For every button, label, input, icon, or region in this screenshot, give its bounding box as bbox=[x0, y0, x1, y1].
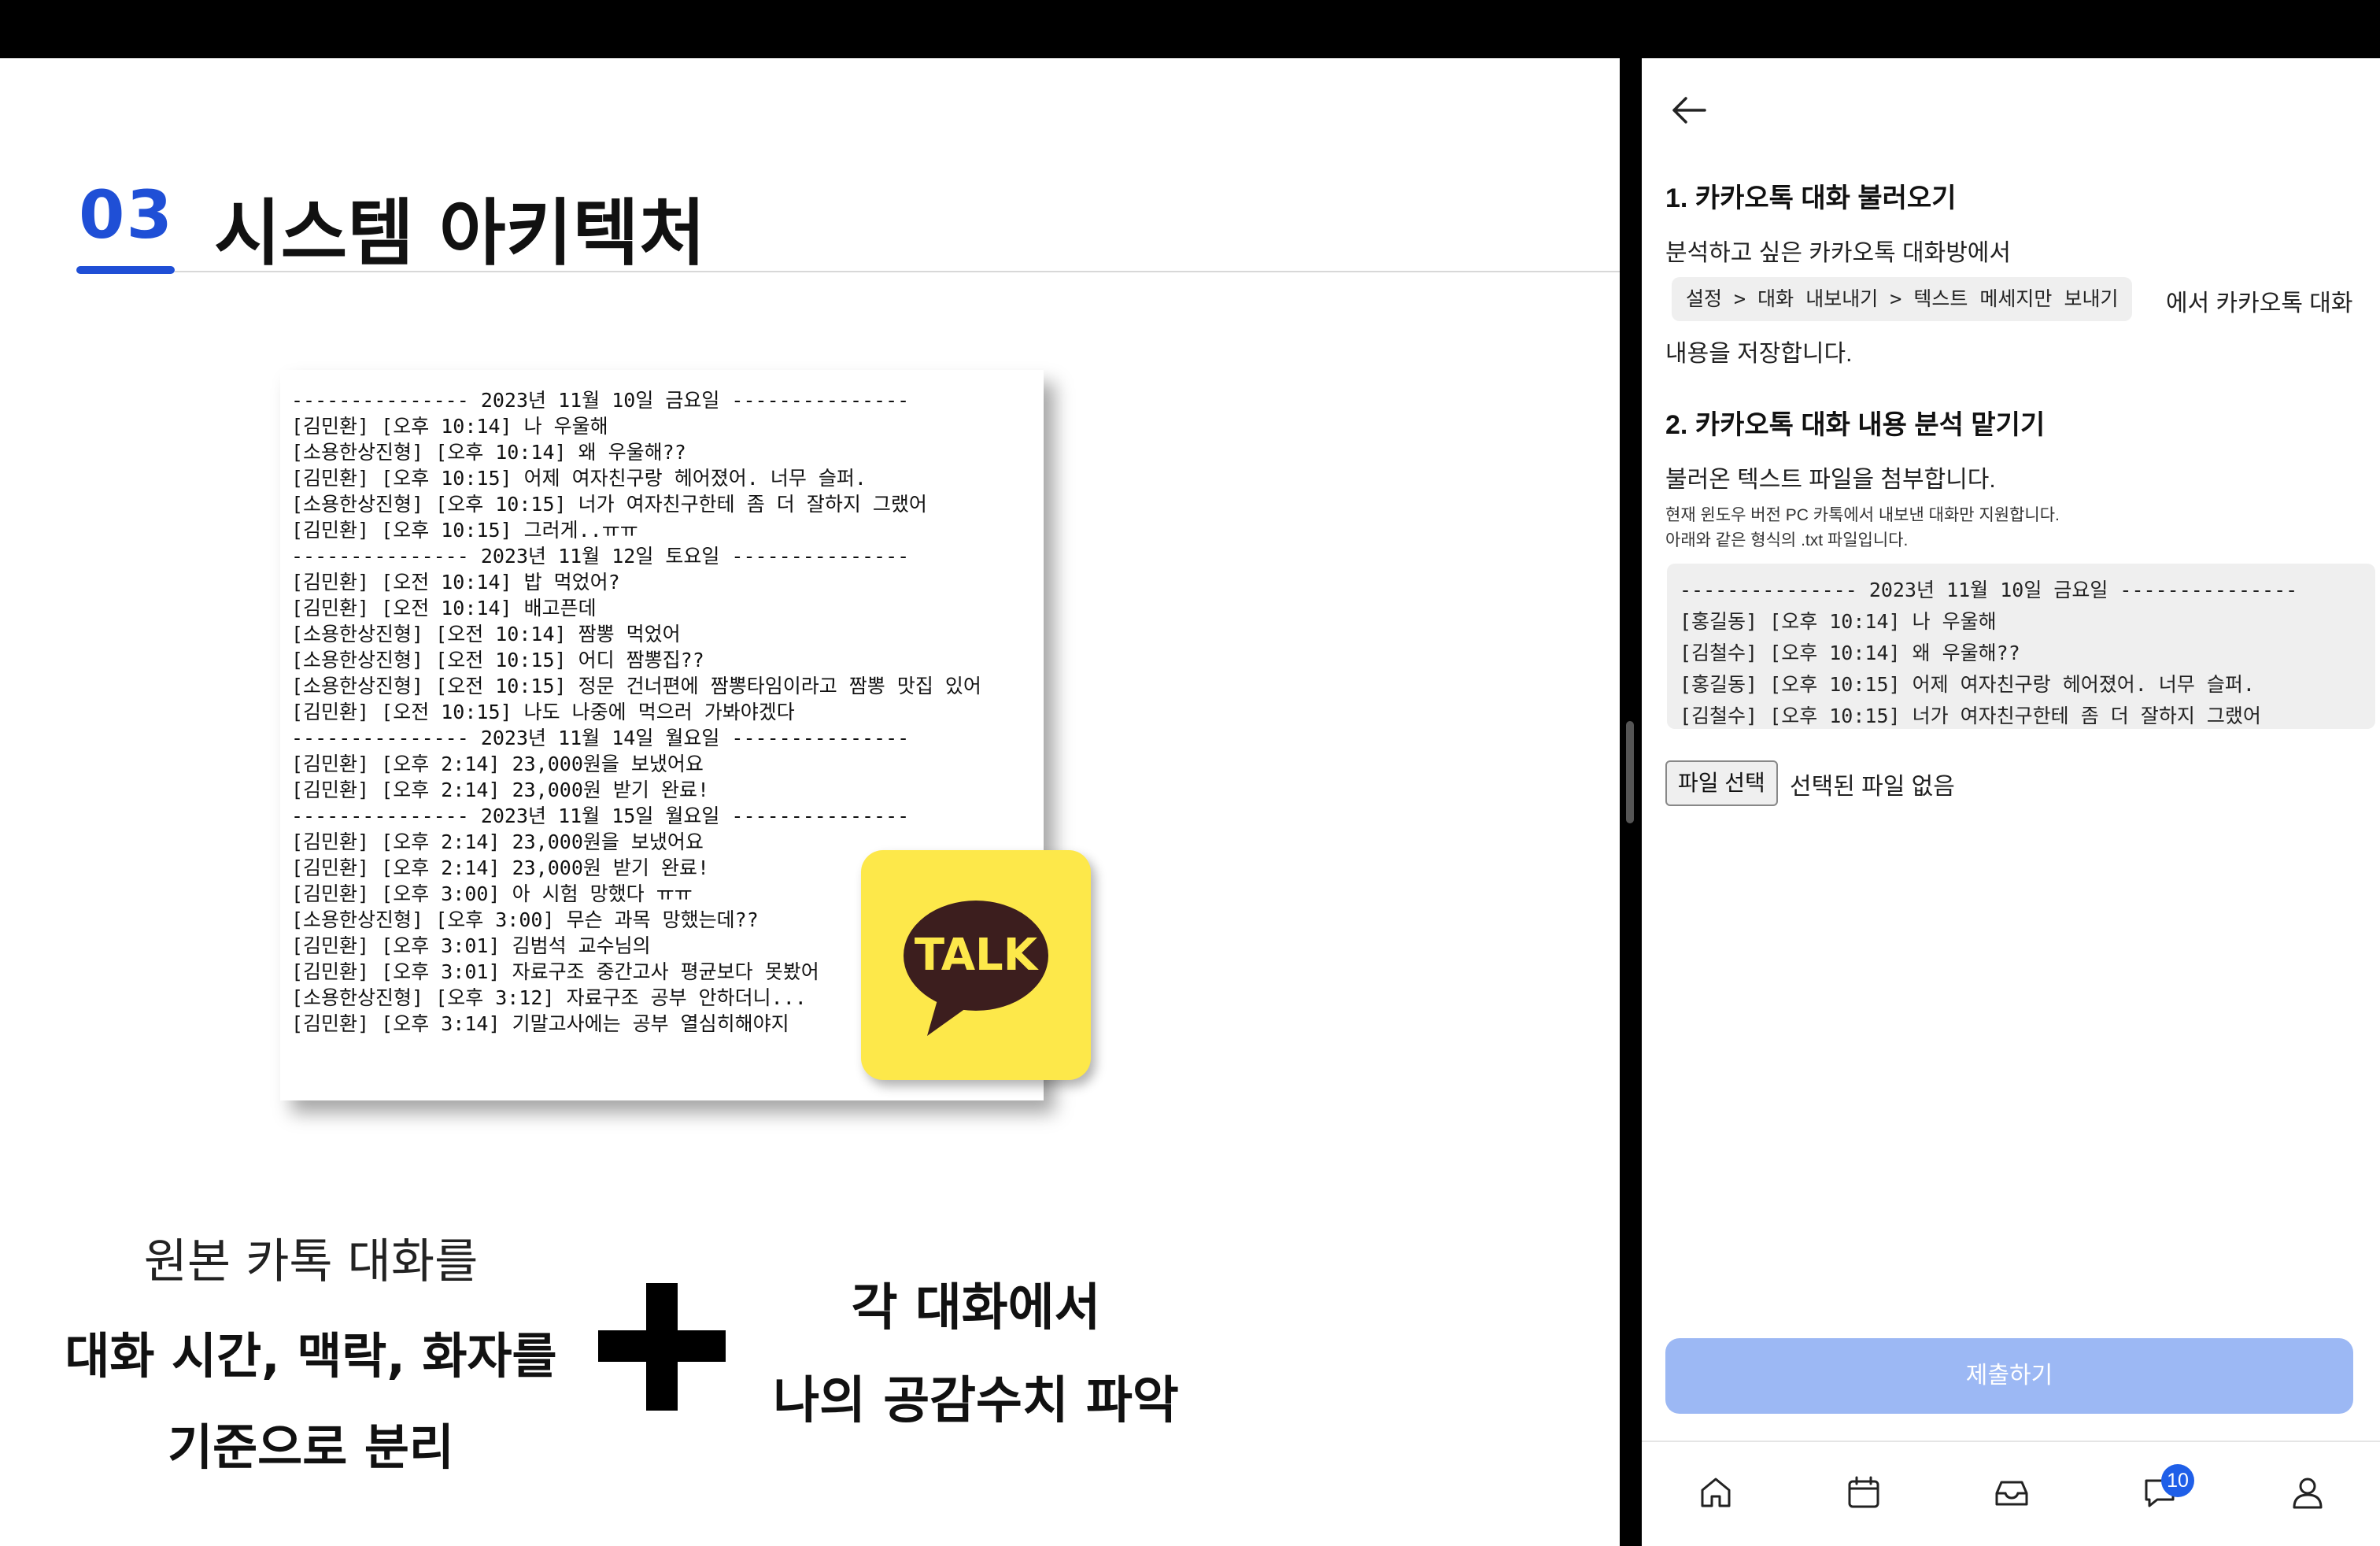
chat-log-line: [소용한상진형] [오전 10:15] 정문 건너편에 짬뽕타임이라고 짬뽕 맛… bbox=[291, 675, 981, 697]
kakaotalk-logo: TALK bbox=[861, 850, 1091, 1080]
nav-inbox[interactable] bbox=[1988, 1469, 2035, 1516]
caption-right-line-1: 각 대화에서 bbox=[851, 1279, 1101, 1337]
chat-log-line: --------------- 2023년 11월 10일 금요일 ------… bbox=[291, 389, 910, 412]
file-status-text: 선택된 파일 없음 bbox=[1790, 774, 1955, 800]
nav-profile[interactable] bbox=[2284, 1469, 2331, 1516]
caption-left-line-3: 기준으로 분리 bbox=[168, 1418, 454, 1476]
slide-title: 시스템 아키텍처 bbox=[214, 191, 706, 276]
home-icon bbox=[1701, 1478, 1731, 1507]
sample-line: [김철수] [오후 10:15] 너가 여자친구한테 좀 더 잘하지 그랬어 bbox=[1680, 705, 2261, 727]
sample-line: --------------- 2023년 11월 10일 금요일 ------… bbox=[1680, 579, 2298, 601]
chat-log-line: [소용한상진형] [오후 10:14] 왜 우울해?? bbox=[291, 441, 686, 464]
top-black-bar bbox=[0, 0, 2380, 58]
sample-format-box: --------------- 2023년 11월 10일 금요일 ------… bbox=[1667, 564, 2375, 729]
chat-log-line: [김민환] [오전 10:15] 나도 나중에 먹으러 가봐야겠다 bbox=[291, 701, 795, 723]
caption-right-line-2: 나의 공감수치 파악 bbox=[773, 1372, 1179, 1430]
chat-log-line: [소용한상진형] [오전 10:14] 짬뽕 먹었어 bbox=[291, 623, 681, 645]
sample-line: [김철수] [오후 10:14] 왜 우울해?? bbox=[1680, 642, 2020, 664]
arrow-left-icon bbox=[1672, 97, 1706, 124]
back-button[interactable] bbox=[1665, 87, 1713, 134]
chat-log-line: [김민환] [오후 10:14] 나 우울해 bbox=[291, 415, 608, 438]
step2-description: 불러온 텍스트 파일을 첨부합니다. bbox=[1665, 467, 1996, 493]
kakaotalk-bubble-icon: TALK bbox=[904, 901, 1048, 1036]
inbox-icon bbox=[1995, 1481, 2028, 1506]
plus-icon bbox=[598, 1283, 726, 1411]
title-divider bbox=[175, 271, 1620, 272]
step1-description-end: 내용을 저장합니다. bbox=[1665, 341, 1853, 367]
submit-button[interactable]: 제출하기 bbox=[1665, 1338, 2353, 1414]
section-number: 03 bbox=[79, 176, 174, 253]
profile-icon bbox=[2293, 1478, 2323, 1509]
chat-log-line: --------------- 2023년 11월 12일 토요일 ------… bbox=[291, 545, 910, 568]
nav-calendar[interactable] bbox=[1840, 1469, 1887, 1516]
step2-title: 2. 카카오톡 대화 내용 분석 맡기기 bbox=[1665, 410, 2046, 440]
caption-left-line-2: 대화 시간, 맥락, 화자를 bbox=[65, 1327, 557, 1385]
chat-log-line: [김민환] [오후 2:14] 23,000원을 보냈어요 bbox=[291, 753, 704, 775]
split-view-handle[interactable] bbox=[1626, 721, 1634, 823]
chat-log-line: [김민환] [오후 10:15] 그러게..ㅠㅠ bbox=[291, 519, 638, 542]
calendar-icon bbox=[1848, 1476, 1879, 1508]
file-select-button[interactable]: 파일 선택 bbox=[1665, 760, 1778, 806]
logo-text: TALK bbox=[915, 930, 1040, 981]
sample-line: [홍길동] [오후 10:15] 어제 여자친구랑 헤어졌어. 너무 슬퍼. bbox=[1680, 673, 2255, 696]
chat-log-line: [김민환] [오후 2:14] 23,000원 받기 완료! bbox=[291, 779, 710, 801]
sample-line: [홍길동] [오후 10:14] 나 우울해 bbox=[1680, 610, 1997, 633]
chat-log-line: [김민환] [오전 10:14] 밥 먹었어? bbox=[291, 571, 620, 594]
chat-log-line: [소용한상진형] [오전 10:15] 어디 짬뽕집?? bbox=[291, 649, 704, 671]
step2-note-windows: 현재 윈도우 버전 PC 카톡에서 내보낸 대화만 지원합니다. bbox=[1665, 506, 2060, 524]
step2-note-format: 아래와 같은 형식의 .txt 파일입니다. bbox=[1665, 531, 1909, 549]
step1-title: 1. 카카오톡 대화 불러오기 bbox=[1665, 183, 1957, 213]
presentation-slide: 03 시스템 아키텍처 --------------- 2023년 11월 10… bbox=[0, 58, 1620, 1546]
export-path-pill: 설정 > 대화 내보내기 > 텍스트 메세지만 보내기 bbox=[1672, 277, 2133, 321]
step1-description: 분석하고 싶은 카카오톡 대화방에서 bbox=[1665, 240, 2012, 266]
chat-notification-badge: 10 bbox=[2161, 1464, 2194, 1497]
chat-log-line: --------------- 2023년 11월 15일 월요일 ------… bbox=[291, 804, 910, 827]
chat-log-line: --------------- 2023년 11월 14일 월요일 ------… bbox=[291, 727, 910, 749]
app-pane: 1. 카카오톡 대화 불러오기 분석하고 싶은 카카오톡 대화방에서 설정 > … bbox=[1642, 58, 2380, 1546]
bottom-nav: 10 bbox=[1642, 1442, 2380, 1546]
step1-description-continued: 에서 카카오톡 대화 bbox=[2166, 290, 2353, 316]
caption-left-line-1: 원본 카톡 대화를 bbox=[143, 1234, 479, 1289]
section-number-underline bbox=[76, 266, 175, 274]
chat-log-line: [김민환] [오전 10:14] 배고픈데 bbox=[291, 597, 597, 620]
nav-home[interactable] bbox=[1692, 1469, 1739, 1516]
chat-log-line: [김민환] [오후 10:15] 어제 여자친구랑 헤어졌어. 너무 슬퍼. bbox=[291, 467, 867, 490]
chat-log-line: [소용한상진형] [오후 10:15] 너가 여자친구한테 좀 더 잘하지 그랬… bbox=[291, 493, 927, 516]
nav-chat[interactable]: 10 bbox=[2136, 1464, 2194, 1516]
